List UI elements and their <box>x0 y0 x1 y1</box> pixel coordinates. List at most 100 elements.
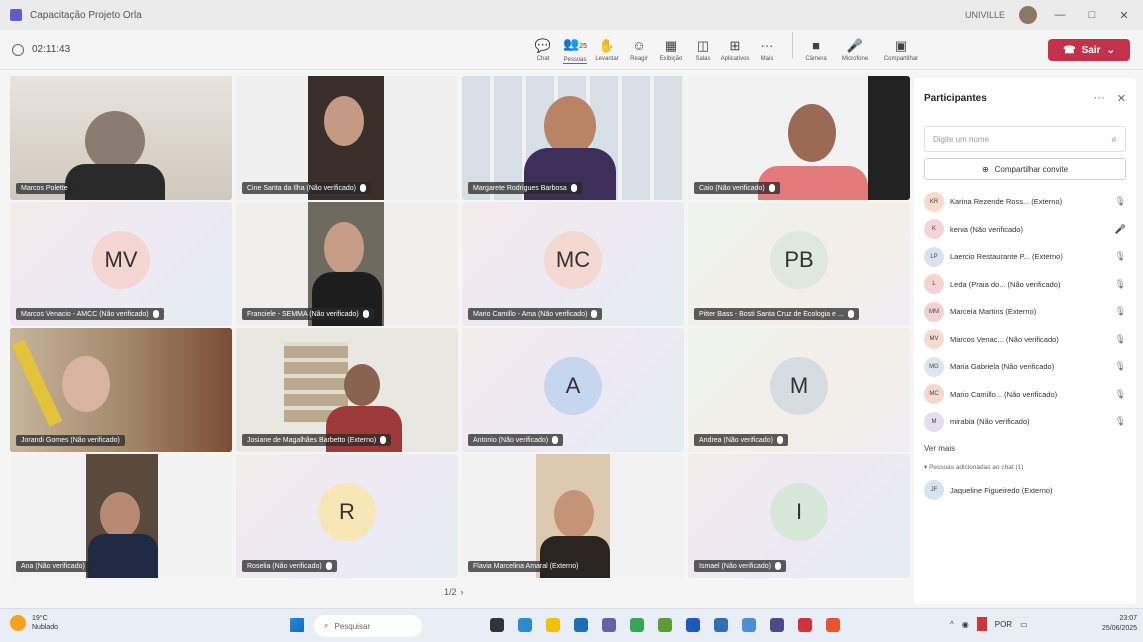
video-tile[interactable]: Margarete Rodrigues Barbosa <box>462 76 684 200</box>
participant-item[interactable]: JF Jaqueline Figueiredo (Externo) <box>914 477 1136 505</box>
windows-taskbar: 19°C Nublado ⌕ Pesquisar ^ ◉ POR ▭ 23:07… <box>0 608 1143 642</box>
participant-item[interactable]: MG Maria Gabriela (Não verificado) 🎙 <box>914 353 1136 381</box>
react-button[interactable]: ☺ Reagir <box>624 32 654 68</box>
rooms-button[interactable]: ◫ Salas <box>688 32 718 68</box>
windows-start-icon[interactable] <box>290 618 304 632</box>
app-icon[interactable] <box>658 618 672 632</box>
chrome-icon[interactable] <box>630 618 644 632</box>
participant-avatar: PB <box>770 231 828 289</box>
video-tile[interactable]: Flavia Marcelina Amaral (Externo) <box>462 454 684 578</box>
participant-name-tag: Marcos Venacio - AMCC (Não verificado) <box>16 308 164 320</box>
participant-name-tag: Caio (Não verificado) <box>694 182 780 194</box>
participant-item[interactable]: L Leda (Praia do... (Não verificado) 🎙 <box>914 271 1136 299</box>
mic-off-icon: 🎙 <box>1114 416 1126 427</box>
toolbar-divider <box>792 32 793 58</box>
video-tile[interactable]: Marcos Polette <box>10 76 232 200</box>
next-page-icon[interactable]: › <box>461 587 464 597</box>
app-icon[interactable] <box>826 618 840 632</box>
more-options-icon[interactable]: ··· <box>1094 92 1105 105</box>
camera-button[interactable]: ■ Câmera <box>801 32 831 68</box>
video-tile[interactable]: Caio (Não verificado) <box>688 76 910 200</box>
app-icon[interactable] <box>770 618 784 632</box>
chat-section-label[interactable]: ▾ Pessoas adicionadas ao chat (1) <box>914 453 1136 471</box>
video-tile[interactable]: A Antonio (Não verificado) <box>462 328 684 452</box>
mic-off-icon <box>552 436 559 444</box>
more-button[interactable]: ··· Mais <box>752 32 782 68</box>
video-tile[interactable]: Josiane de Magalhães Barbetto (Externo) <box>236 328 458 452</box>
video-tile[interactable]: M Andrea (Não verificado) <box>688 328 910 452</box>
record-icon[interactable] <box>976 617 987 631</box>
participant-item[interactable]: KR Karina Rezende Ross... (Externo) 🎙 <box>914 188 1136 216</box>
close-window-icon[interactable]: ✕ <box>1115 9 1133 22</box>
mic-off-icon: 🎙 <box>1114 361 1126 372</box>
people-button[interactable]: 👥25 Pessoas <box>560 32 590 68</box>
teams-logo-icon <box>10 9 22 21</box>
battery-icon[interactable]: ▭ <box>1020 620 1028 629</box>
participants-panel: Participantes ··· ✕ Digite um nome ⌕ ⊕ C… <box>914 78 1136 604</box>
video-tile[interactable]: R Roselia (Não verificado) <box>236 454 458 578</box>
user-avatar[interactable] <box>1019 6 1037 24</box>
video-tile[interactable]: Ana (Não verificado) <box>10 454 232 578</box>
mic-off-icon <box>776 436 783 444</box>
chevron-down-icon[interactable]: ⌄ <box>1106 45 1114 56</box>
mic-off-icon <box>359 184 366 192</box>
participant-name-tag: Ana (Não verificado) <box>16 561 90 572</box>
edge-icon[interactable] <box>518 618 532 632</box>
file-explorer-icon[interactable] <box>546 618 560 632</box>
participant-name-tag: Roselia (Não verificado) <box>242 560 337 572</box>
outlook-icon[interactable] <box>714 618 728 632</box>
app-icon[interactable] <box>742 618 756 632</box>
app-icon[interactable] <box>798 618 812 632</box>
mic-off-icon: 🎙 <box>1114 388 1126 399</box>
participant-search-input[interactable]: Digite um nome ⌕ <box>924 126 1126 152</box>
mic-off-icon <box>362 310 369 318</box>
weather-widget[interactable]: 19°C Nublado <box>10 614 58 632</box>
org-label[interactable]: UNIVILLE <box>965 10 1005 20</box>
raise-hand-button[interactable]: ✋ Levantar <box>592 32 622 68</box>
participant-item[interactable]: LP Laercio Restaurante P... (Externo) 🎙 <box>914 243 1136 271</box>
close-panel-icon[interactable]: ✕ <box>1117 92 1126 105</box>
microphone-button[interactable]: 🎤 Microfone <box>833 32 877 68</box>
share-icon: ▣ <box>894 38 908 53</box>
more-icon: ··· <box>760 38 774 53</box>
system-clock[interactable]: 23:07 25/06/2025 <box>1102 614 1137 634</box>
task-view-icon[interactable] <box>490 618 504 632</box>
participant-item[interactable]: MM Marcela Martins (Externo) 🎙 <box>914 298 1136 326</box>
teams-icon[interactable] <box>602 618 616 632</box>
chat-button[interactable]: 💬 Chat <box>528 32 558 68</box>
video-tile[interactable]: MC Mario Camillo - Ama (Não verificado) <box>462 202 684 326</box>
video-tile[interactable]: PB Pitter Bass - Bosti Santa Cruz de Eco… <box>688 202 910 326</box>
taskbar-search[interactable]: ⌕ Pesquisar <box>314 615 422 637</box>
maximize-icon[interactable]: □ <box>1083 9 1101 21</box>
participant-name-tag: Ismael (Não verificado) <box>694 560 786 572</box>
video-tile[interactable]: Cine Santa da Ilha (Não verificado) <box>236 76 458 200</box>
see-more-link[interactable]: Ver mais <box>914 436 1136 453</box>
tray-chevron-icon[interactable]: ^ <box>950 620 954 629</box>
mic-off-icon: 🎙 <box>1114 306 1126 317</box>
camera-icon: ■ <box>812 38 820 53</box>
video-tile[interactable]: MV Marcos Venacio - AMCC (Não verificado… <box>10 202 232 326</box>
store-icon[interactable] <box>574 618 588 632</box>
video-tile[interactable]: I Ismael (Não verificado) <box>688 454 910 578</box>
grid-pager[interactable]: 1/2 › <box>444 587 464 597</box>
mic-off-icon <box>591 310 598 318</box>
word-icon[interactable] <box>686 618 700 632</box>
page-indicator: 1/2 <box>444 587 457 597</box>
participant-item[interactable]: MV Marcos Venac... (Não verificado) 🎙 <box>914 326 1136 354</box>
participant-item[interactable]: K kenia (Não verificado) 🎤 <box>914 216 1136 244</box>
participant-name-tag: Antonio (Não verificado) <box>468 434 564 446</box>
participant-item[interactable]: MC Mario Camillo... (Não verificado) 🎙 <box>914 381 1136 409</box>
share-invite-button[interactable]: ⊕ Compartilhar convite <box>924 158 1126 180</box>
view-button[interactable]: ▦ Exibição <box>656 32 686 68</box>
panel-header: Participantes ··· ✕ <box>914 78 1136 118</box>
video-tile[interactable]: Jorandi Gomes (Não verificado) <box>10 328 232 452</box>
wifi-icon[interactable]: ◉ <box>962 620 969 629</box>
leave-button[interactable]: ☎ Sair ⌄ <box>1048 39 1130 61</box>
share-button[interactable]: ▣ Compartilhar <box>879 32 923 68</box>
language-indicator[interactable]: POR <box>995 620 1012 629</box>
participant-name-tag: Jorandi Gomes (Não verificado) <box>16 435 125 446</box>
apps-button[interactable]: ⊞ Aplicativos <box>720 32 750 68</box>
video-tile[interactable]: Franciele - SEMMA (Não verificado) <box>236 202 458 326</box>
minimize-icon[interactable]: — <box>1051 9 1069 21</box>
participant-item[interactable]: M mirabia (Não verificado) 🎙 <box>914 408 1136 436</box>
